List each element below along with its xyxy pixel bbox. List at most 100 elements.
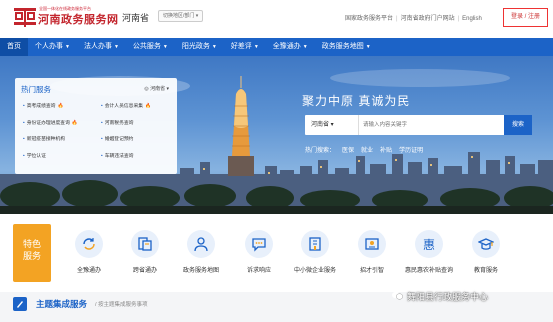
hot-service-link[interactable]: 学位认证 — [23, 152, 46, 159]
area-select[interactable]: ◎ 河南省 ▾ — [144, 85, 169, 92]
nav-item-province-wide[interactable]: 全豫通办 ▼ — [266, 38, 315, 56]
search-scope-select[interactable]: 河南省 ▾ — [305, 115, 359, 135]
nav-item-label: 全豫通办 — [272, 43, 301, 50]
hot-service-label: 车辆违法查询 — [104, 154, 134, 159]
hot-search-term[interactable]: 补贴 — [380, 148, 392, 154]
section-title: 主题集成服务 — [36, 299, 88, 309]
fire-icon: 🔥 — [71, 121, 78, 126]
hot-service-link[interactable]: 河南税务查询 — [101, 119, 134, 126]
service-label: 政务服务地图 — [182, 268, 219, 274]
watermark: 舞阳县行政服务中心 — [392, 290, 488, 303]
refresh-icon — [75, 230, 103, 258]
feature-label-line1: 特色 — [22, 239, 41, 249]
nav-item-label: 好差评 — [230, 43, 252, 50]
hot-services-panel: 热门服务 ◎ 河南省 ▾ 高考成绩查询🔥 会计人员信息采集🔥 身份证办理进度查询… — [15, 78, 177, 174]
talent-icon — [358, 230, 386, 258]
hot-service-link[interactable]: 高考成绩查询🔥 — [23, 102, 64, 109]
chevron-down-icon: ▼ — [253, 44, 259, 50]
site-header: 全国一体化在线政务服务平台 河南政务服务网 河南省 切换地区/部门 ▾ 国家政务… — [0, 0, 553, 36]
nav-item-label: 法人办事 — [83, 43, 112, 50]
nav-item-label: 阳光政务 — [181, 43, 210, 50]
service-label: 招才引智 — [359, 268, 384, 274]
hot-service-label: 身份证办理进度查询 — [26, 121, 70, 126]
document-exchange-icon — [131, 230, 159, 258]
service-education[interactable]: 教育服务 — [458, 230, 514, 274]
building-icon — [301, 230, 329, 258]
hot-search-term[interactable]: 医保 — [342, 148, 354, 154]
chevron-down-icon: ▼ — [113, 44, 119, 50]
nav-item-public-service[interactable]: 公共服务 ▼ — [126, 38, 175, 56]
feature-services-badge: 特色 服务 — [13, 224, 51, 282]
chat-icon — [245, 230, 273, 258]
hot-search-term[interactable]: 就业 — [361, 148, 373, 154]
service-cross-province[interactable]: 跨省通办 — [117, 230, 173, 274]
fire-icon: 🔥 — [57, 104, 64, 109]
search-button[interactable]: 搜索 — [504, 115, 532, 135]
theme-icon — [13, 297, 27, 311]
chevron-down-icon: ▼ — [162, 44, 168, 50]
hot-service-label: 河南税务查询 — [104, 121, 134, 126]
main-nav: 首页 个人办事 ▼ 法人办事 ▼ 公共服务 ▼ 阳光政务 ▼ 好差评 ▼ 全豫通办 ▼ 政务… — [0, 38, 553, 56]
service-appeal[interactable]: 诉求响应 — [231, 230, 287, 274]
national-platform-link[interactable]: 国家政务服务平台 — [345, 16, 393, 22]
top-links: 国家政务服务平台 | 河南省政府门户网站 | English — [345, 13, 482, 22]
hui-icon: 惠 — [415, 230, 443, 258]
hot-service-link[interactable]: 婚姻登记预约 — [101, 135, 134, 142]
hot-service-link[interactable]: 新冠疫苗接种机构 — [23, 135, 65, 142]
svg-text:惠: 惠 — [423, 238, 435, 252]
site-title[interactable]: 河南政务服务网 — [38, 11, 119, 27]
hot-service-label: 新冠疫苗接种机构 — [26, 137, 66, 142]
section-subtitle: / 按主题集成服务事项 — [95, 302, 148, 308]
hot-service-label: 会计人员信息采集 — [104, 104, 144, 109]
nav-item-open-government[interactable]: 阳光政务 ▼ — [175, 38, 224, 56]
english-link[interactable]: English — [462, 16, 482, 22]
service-talent[interactable]: 招才引智 — [344, 230, 400, 274]
hot-search-label: 热门搜索： — [305, 148, 336, 154]
logo-icon[interactable] — [13, 6, 37, 28]
hot-service-link[interactable]: 车辆违法查询 — [101, 152, 134, 159]
search-input[interactable] — [363, 115, 503, 135]
divider: | — [396, 16, 398, 22]
wechat-icon — [392, 291, 403, 300]
service-label: 跨省通办 — [132, 268, 157, 274]
hot-service-label: 学位认证 — [26, 154, 46, 159]
watermark-text: 舞阳县行政服务中心 — [407, 292, 489, 302]
hot-search-terms: 热门搜索： 医保 就业 补贴 学历证明 — [305, 145, 430, 154]
service-sme[interactable]: 中小微企业服务 — [287, 230, 343, 274]
nav-item-label: 首页 — [7, 43, 21, 50]
nav-item-label: 政务服务地图 — [321, 43, 364, 50]
provincial-portal-link[interactable]: 河南省政府门户网站 — [401, 16, 455, 22]
search-bar: 河南省 ▾ 搜索 — [305, 115, 532, 135]
service-label: 惠民惠农补贴查询 — [404, 268, 453, 274]
nav-item-label: 公共服务 — [132, 43, 161, 50]
divider: | — [457, 16, 460, 22]
map-person-icon — [187, 230, 215, 258]
hot-service-link[interactable]: 身份证办理进度查询🔥 — [23, 119, 78, 126]
nav-item-rating[interactable]: 好差评 ▼ — [224, 38, 266, 56]
service-map[interactable]: 政务服务地图 — [173, 230, 229, 274]
service-label: 全豫通办 — [76, 268, 101, 274]
service-label: 中小微企业服务 — [293, 268, 336, 274]
hot-services-title: 热门服务 — [21, 85, 51, 94]
graduation-cap-icon — [472, 230, 500, 258]
current-province: 河南省 — [122, 13, 150, 23]
nav-item-legal-person[interactable]: 法人办事 ▼ — [77, 38, 126, 56]
service-subsidy[interactable]: 惠 惠民惠农补贴查询 — [401, 230, 457, 274]
service-label: 诉求响应 — [246, 268, 271, 274]
feature-label-line2: 服务 — [22, 251, 41, 261]
chevron-down-icon: ▼ — [65, 44, 70, 50]
nav-item-home[interactable]: 首页 — [0, 38, 28, 56]
login-register-button[interactable]: 登录 / 注册 — [503, 8, 548, 27]
chevron-down-icon: ▼ — [365, 44, 371, 50]
nav-item-service-map[interactable]: 政务服务地图 ▼ — [315, 38, 378, 56]
hot-service-label: 高考成绩查询 — [26, 104, 56, 109]
switch-region-button[interactable]: 切换地区/部门 ▾ — [158, 10, 204, 22]
nav-item-label: 个人办事 — [35, 43, 63, 50]
hot-search-term[interactable]: 学历证明 — [399, 148, 423, 154]
chevron-down-icon: ▼ — [302, 44, 308, 50]
slogan: 聚力中原 真诚为民 — [302, 94, 411, 108]
chevron-down-icon: ▼ — [211, 44, 217, 50]
nav-item-personal[interactable]: 个人办事 ▼ — [28, 38, 77, 56]
service-province-wide[interactable]: 全豫通办 — [61, 230, 117, 274]
hot-service-link[interactable]: 会计人员信息采集🔥 — [101, 102, 151, 109]
